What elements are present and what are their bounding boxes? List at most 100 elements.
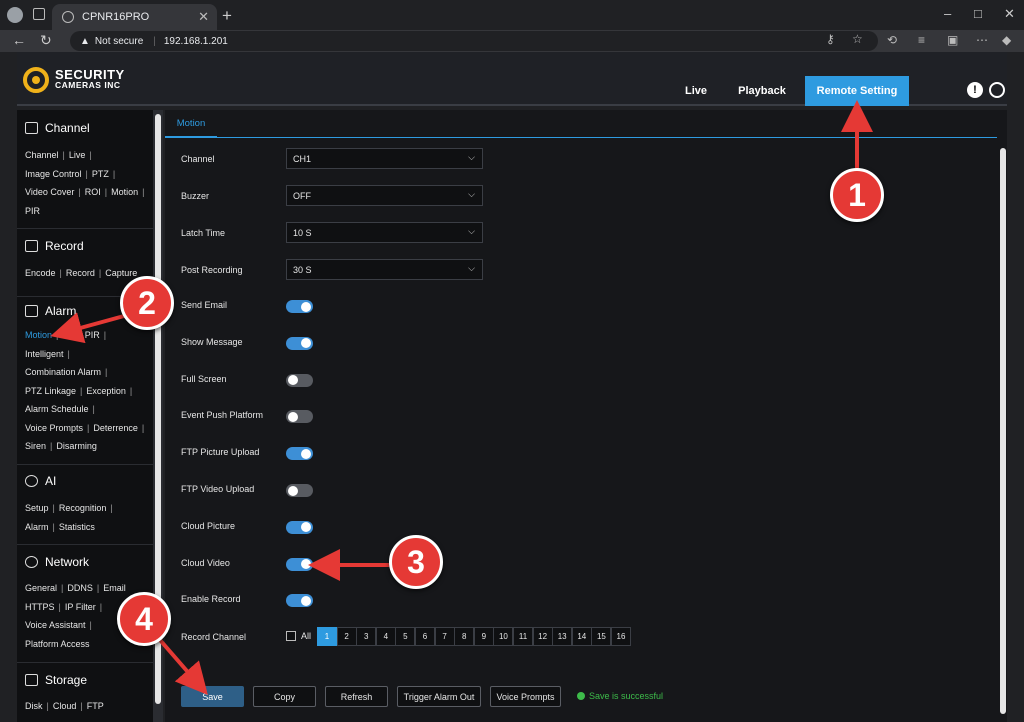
channel-checkbox-9[interactable]: 9 — [473, 627, 494, 646]
nav-playback[interactable]: Playback — [731, 76, 793, 106]
maximize-button[interactable]: □ — [974, 6, 982, 21]
sidebar-link[interactable]: PTZ Linkage — [25, 386, 76, 396]
channel-checkbox-13[interactable]: 13 — [552, 627, 573, 646]
sidebar-link[interactable]: Voice Prompts — [25, 423, 83, 433]
buzzer-select[interactable]: OFF ⌵ — [286, 185, 483, 206]
sidebar-link[interactable]: Cloud — [53, 701, 77, 711]
tab-actions-icon[interactable] — [33, 8, 45, 20]
collections-icon[interactable]: ▣ — [947, 33, 958, 47]
channel-checkbox-1[interactable]: 1 — [317, 627, 337, 646]
trigger-alarm-out-button[interactable]: Trigger Alarm Out — [397, 686, 481, 707]
channel-checkbox-16[interactable]: 16 — [611, 627, 631, 646]
sidebar-link[interactable]: Record — [66, 268, 95, 278]
sidebar-link[interactable]: Intelligent — [25, 349, 64, 359]
sidebar-link[interactable]: Email — [103, 583, 126, 593]
reload-icon[interactable]: ↻ — [40, 32, 52, 49]
profile-icon[interactable] — [7, 7, 23, 23]
latch-time-select[interactable]: 10 S ⌵ — [286, 222, 483, 243]
sidebar-link[interactable]: Disk — [25, 701, 43, 711]
key-icon[interactable]: ⚷ — [826, 32, 835, 46]
sidebar-link[interactable]: Siren — [25, 441, 46, 451]
all-checkbox[interactable] — [286, 631, 296, 641]
channel-checkbox-2[interactable]: 2 — [336, 627, 357, 646]
sidebar-link[interactable]: Video Cover — [25, 187, 74, 197]
sidebar-link[interactable]: PIR — [25, 206, 40, 216]
channel-checkbox-14[interactable]: 14 — [571, 627, 592, 646]
close-icon[interactable]: ✕ — [198, 9, 209, 25]
toggle-switch[interactable] — [286, 557, 313, 571]
channel-checkbox-10[interactable]: 10 — [493, 627, 514, 646]
channel-checkbox-4[interactable]: 4 — [375, 627, 396, 646]
back-icon[interactable]: ← — [12, 32, 26, 48]
tab-motion[interactable]: Motion — [165, 110, 217, 138]
refresh-button[interactable]: Refresh — [325, 686, 388, 707]
browser-tab[interactable]: CPNR16PRO ✕ — [52, 4, 217, 30]
nav-live[interactable]: Live — [675, 76, 717, 106]
save-button[interactable]: Save — [181, 686, 244, 707]
content-scrollbar[interactable] — [999, 140, 1007, 722]
nav-remote-setting[interactable]: Remote Setting — [805, 76, 909, 106]
sidebar-link[interactable]: Recognition — [59, 503, 107, 513]
toggle-switch[interactable] — [286, 410, 313, 424]
channel-checkbox-3[interactable]: 3 — [356, 627, 377, 646]
channel-checkbox-6[interactable]: 6 — [415, 627, 435, 646]
toggle-switch[interactable] — [286, 300, 313, 313]
more-icon[interactable]: ⋯ — [976, 33, 988, 47]
extensions-icon[interactable]: ⟲ — [887, 33, 897, 47]
sidebar-link[interactable]: Motion — [111, 187, 138, 197]
favorites-icon[interactable]: ≡ — [918, 33, 925, 47]
power-icon[interactable] — [989, 82, 1005, 98]
voice-prompts-button[interactable]: Voice Prompts — [490, 686, 561, 707]
new-tab-button[interactable]: + — [222, 6, 232, 26]
sidebar-link[interactable]: ROI — [85, 187, 101, 197]
sidebar-link-motion[interactable]: Motion — [25, 330, 52, 340]
channel-checkbox-5[interactable]: 5 — [395, 627, 416, 646]
sidebar-link[interactable]: FTP — [87, 701, 104, 711]
sidebar-link[interactable]: Alarm — [25, 522, 49, 532]
toggle-switch[interactable] — [286, 520, 313, 534]
close-window-button[interactable]: ✕ — [1004, 6, 1015, 22]
minimize-button[interactable]: – — [944, 6, 951, 21]
sidebar-link[interactable]: Alarm Schedule — [25, 404, 89, 414]
sidebar-link[interactable]: I/O — [62, 330, 74, 340]
sidebar-link[interactable]: Exception — [86, 386, 126, 396]
sidebar-link[interactable]: DDNS — [67, 583, 93, 593]
sidebar-scrollbar[interactable] — [153, 110, 163, 722]
toggle-switch[interactable] — [286, 336, 313, 350]
sidebar-link[interactable]: Deterrence — [93, 423, 138, 433]
copy-button[interactable]: Copy — [253, 686, 316, 707]
copilot-icon[interactable]: ◆ — [1002, 33, 1011, 47]
toggle-switch[interactable] — [286, 594, 313, 608]
sidebar-link[interactable]: PTZ — [92, 169, 109, 179]
channel-select[interactable]: CH1 ⌵ — [286, 148, 483, 169]
channel-checkbox-15[interactable]: 15 — [591, 627, 612, 646]
info-icon[interactable]: ! — [967, 82, 983, 98]
sidebar-link[interactable]: General — [25, 583, 57, 593]
sidebar-link[interactable]: Encode — [25, 268, 56, 278]
sidebar-link[interactable]: Channel — [25, 150, 59, 160]
toggle-switch[interactable] — [286, 373, 313, 387]
url-text[interactable]: 192.168.1.201 — [164, 36, 228, 47]
sidebar-link[interactable]: Capture — [105, 268, 137, 278]
channel-checkbox-8[interactable]: 8 — [454, 627, 475, 646]
sidebar-link[interactable]: Disarming — [56, 441, 97, 451]
sidebar-link[interactable]: Platform Access — [25, 639, 90, 649]
sidebar-link[interactable]: Live — [69, 150, 86, 160]
channel-checkbox-11[interactable]: 11 — [513, 627, 533, 646]
sidebar-link[interactable]: Image Control — [25, 169, 82, 179]
channel-checkbox-12[interactable]: 12 — [532, 627, 553, 646]
sidebar-link[interactable]: IP Filter — [65, 602, 96, 612]
sidebar-link[interactable]: HTTPS — [25, 602, 55, 612]
toggle-switch[interactable] — [286, 484, 313, 497]
section-title: Alarm — [45, 304, 77, 318]
channel-checkbox-7[interactable]: 7 — [434, 627, 455, 646]
sidebar-link[interactable]: Combination Alarm — [25, 367, 101, 377]
sidebar-link[interactable]: PIR — [85, 330, 100, 340]
address-bar[interactable]: ▲ Not secure | 192.168.1.201 — [70, 31, 878, 51]
sidebar-link[interactable]: Setup — [25, 503, 49, 513]
sidebar-link[interactable]: Voice Assistant — [25, 620, 86, 630]
toggle-switch[interactable] — [286, 447, 313, 461]
star-icon[interactable]: ☆ — [852, 32, 863, 46]
post-recording-select[interactable]: 30 S ⌵ — [286, 259, 483, 280]
sidebar-link[interactable]: Statistics — [59, 522, 95, 532]
